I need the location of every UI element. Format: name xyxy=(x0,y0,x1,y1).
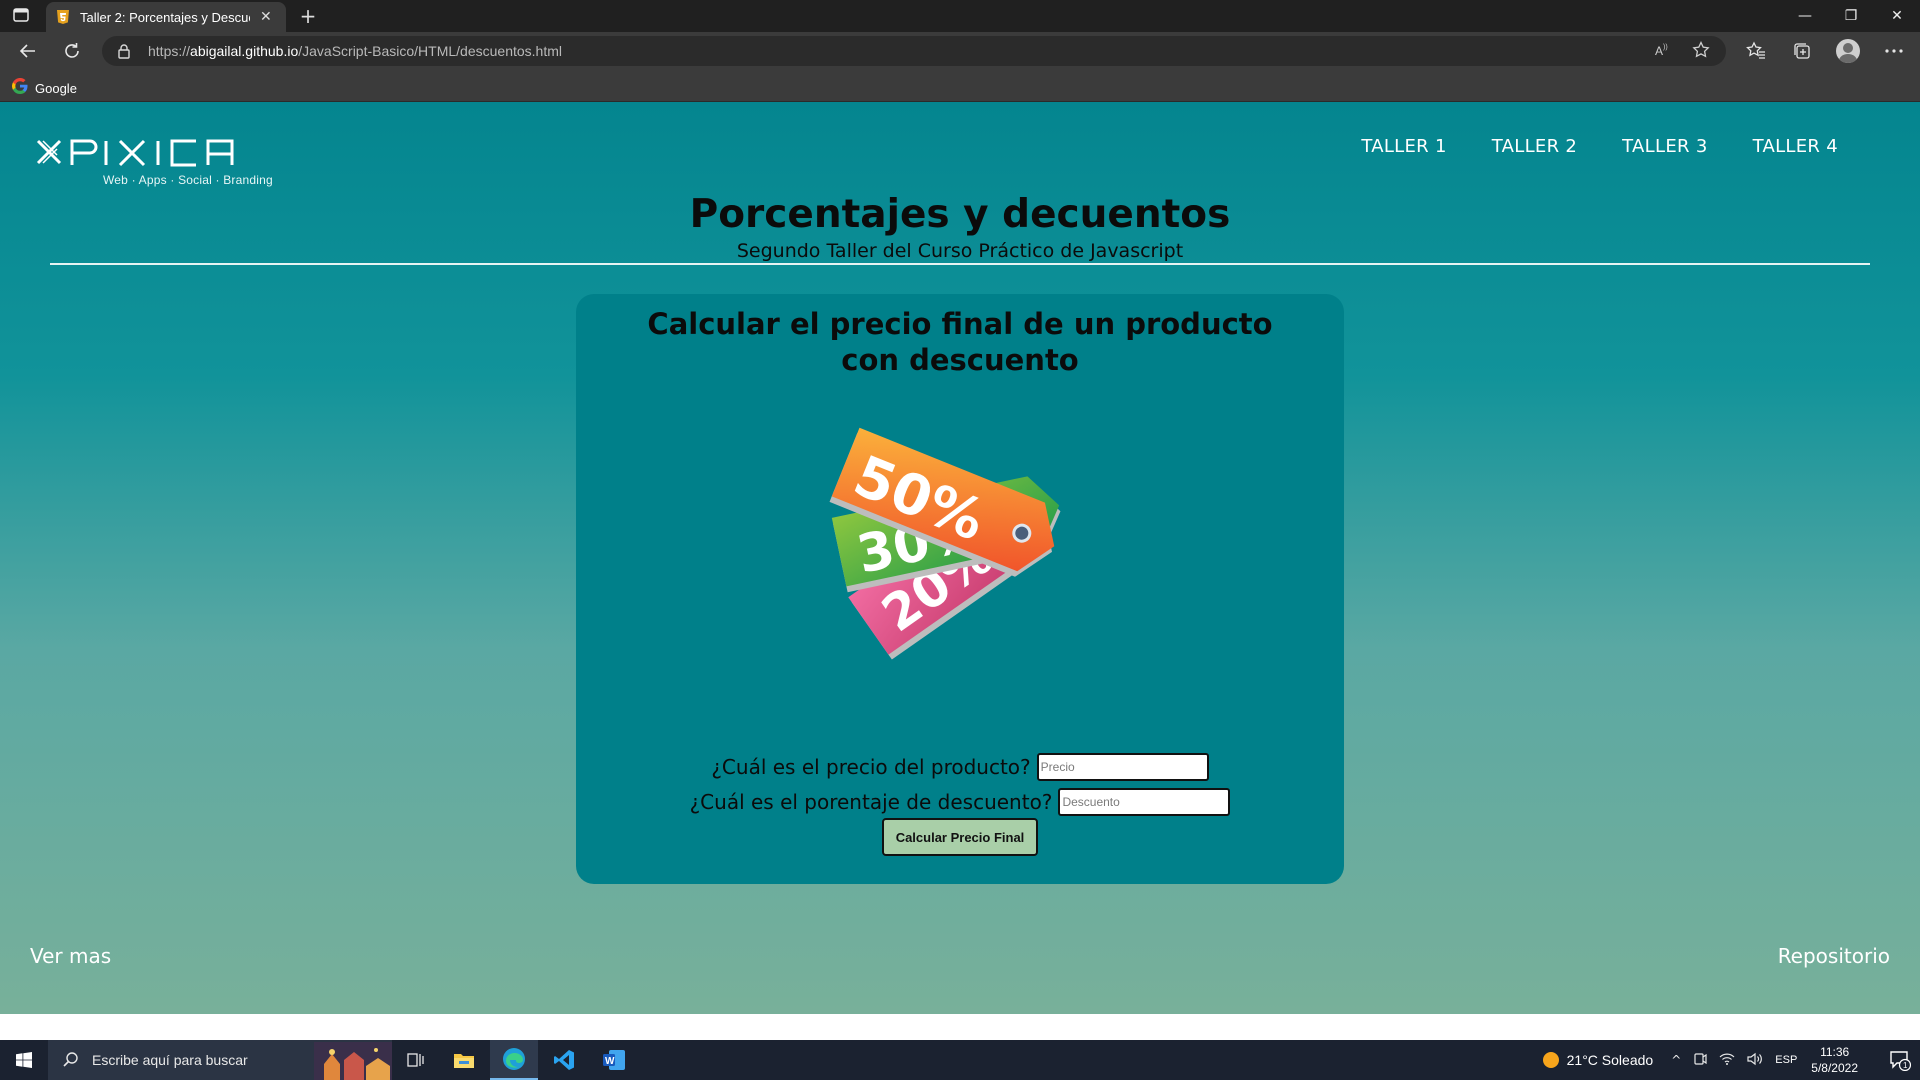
address-bar-icons: A)) xyxy=(1654,40,1710,63)
search-highlight-illustration-icon xyxy=(314,1042,392,1080)
browser-tab[interactable]: Taller 2: Porcentajes y Descuentos ✕ xyxy=(46,2,286,32)
file-explorer-icon[interactable] xyxy=(440,1040,488,1080)
discount-label: ¿Cuál es el porentaje de descuento? xyxy=(689,790,1053,814)
notification-center-icon[interactable]: 1 xyxy=(1880,1040,1920,1080)
windows-taskbar: Escribe aquí para buscar W 21°C Soleado … xyxy=(0,1040,1920,1080)
discount-row: ¿Cuál es el porentaje de descuento? xyxy=(576,788,1344,816)
title-divider xyxy=(50,263,1870,265)
page-title: Porcentajes y decuentos xyxy=(689,192,1231,237)
bookmark-label: Google xyxy=(35,80,77,96)
page-subtitle: Segundo Taller del Curso Práctico de Jav… xyxy=(736,240,1184,262)
google-icon xyxy=(12,77,28,98)
discount-tags-image: 20% 30% 50% xyxy=(829,427,1061,660)
lock-icon[interactable] xyxy=(116,43,132,59)
browser-toolbar: https://abigailal.github.io/JavaScript-B… xyxy=(0,32,1920,70)
search-icon xyxy=(62,1051,80,1069)
nav-taller-1[interactable]: TALLER 1 xyxy=(1361,136,1446,157)
toolbar-right xyxy=(1744,39,1906,63)
new-tab-button[interactable]: + xyxy=(296,4,320,28)
page-bottom-strip xyxy=(0,1014,1920,1040)
price-row: ¿Cuál es el precio del producto? xyxy=(576,753,1344,781)
system-tray: 21°C Soleado ^ ESP 11:36 5/8/2022 1 xyxy=(1542,1040,1920,1080)
task-view-icon[interactable] xyxy=(392,1040,440,1080)
pixica-wordmark-icon xyxy=(36,139,234,167)
nav-taller-2[interactable]: TALLER 2 xyxy=(1492,136,1577,157)
vscode-icon[interactable] xyxy=(540,1040,588,1080)
taskbar-search[interactable]: Escribe aquí para buscar xyxy=(48,1040,392,1080)
pixica-logo[interactable]: Web · Apps · Social · Branding xyxy=(36,137,276,197)
tab-close-icon[interactable]: ✕ xyxy=(260,9,272,25)
address-bar[interactable]: https://abigailal.github.io/JavaScript-B… xyxy=(102,36,1726,66)
browser-titlebar: Taller 2: Porcentajes y Descuentos ✕ + —… xyxy=(0,0,1920,32)
search-placeholder: Escribe aquí para buscar xyxy=(92,1052,248,1068)
url-host: abigailal.github.io xyxy=(190,43,299,59)
favorites-icon[interactable] xyxy=(1744,39,1768,63)
top-navigation: TALLER 1 TALLER 2 TALLER 3 TALLER 4 xyxy=(1361,136,1838,157)
logo-tagline: Web · Apps · Social · Branding xyxy=(103,173,273,187)
repositorio-link[interactable]: Repositorio xyxy=(1778,944,1890,968)
calculator-card: Calcular el precio final de un producto … xyxy=(576,294,1344,884)
meet-now-icon[interactable] xyxy=(1693,1052,1707,1069)
bookmarks-bar: Google xyxy=(0,70,1920,102)
restore-button[interactable]: ❐ xyxy=(1828,0,1874,32)
window-controls: — ❐ ✕ xyxy=(1782,0,1920,32)
card-title: Calcular el precio final de un producto … xyxy=(647,307,1273,377)
word-icon[interactable]: W xyxy=(590,1040,638,1080)
back-arrow-icon[interactable] xyxy=(14,38,42,64)
price-input[interactable] xyxy=(1036,753,1209,781)
tab-actions-icon[interactable] xyxy=(12,7,32,25)
nav-taller-4[interactable]: TALLER 4 xyxy=(1753,136,1838,157)
close-window-button[interactable]: ✕ xyxy=(1874,0,1920,32)
wifi-icon[interactable] xyxy=(1719,1052,1735,1069)
chevron-up-icon[interactable]: ^ xyxy=(1671,1053,1681,1067)
html5-favicon-icon xyxy=(56,9,70,25)
profile-avatar[interactable] xyxy=(1836,39,1860,63)
minimize-button[interactable]: — xyxy=(1782,0,1828,32)
windows-start-icon[interactable] xyxy=(0,1040,48,1080)
nav-taller-3[interactable]: TALLER 3 xyxy=(1622,136,1707,157)
add-favorite-icon[interactable] xyxy=(1692,40,1710,63)
bookmark-google[interactable]: Google xyxy=(12,77,77,98)
ver-mas-link[interactable]: Ver mas xyxy=(30,944,111,968)
language-indicator[interactable]: ESP xyxy=(1775,1054,1797,1066)
calculate-final-price-button[interactable]: Calcular Precio Final xyxy=(882,818,1038,856)
reload-icon[interactable] xyxy=(58,38,86,64)
clock-date: 5/8/2022 xyxy=(1811,1061,1858,1075)
svg-text:W: W xyxy=(605,1056,615,1067)
clock-time: 11:36 xyxy=(1820,1045,1850,1059)
discount-input[interactable] xyxy=(1058,788,1231,816)
volume-icon[interactable] xyxy=(1747,1052,1763,1069)
weather-widget[interactable]: 21°C Soleado xyxy=(1542,1052,1654,1068)
more-menu-icon[interactable] xyxy=(1882,39,1906,63)
collections-icon[interactable] xyxy=(1790,39,1814,63)
tab-title: Taller 2: Porcentajes y Descuentos xyxy=(80,9,250,25)
weather-text: 21°C Soleado xyxy=(1566,1052,1654,1068)
url-text[interactable]: https://abigailal.github.io/JavaScript-B… xyxy=(148,43,562,59)
price-label: ¿Cuál es el precio del producto? xyxy=(711,755,1031,779)
svg-text:)): )) xyxy=(1663,44,1668,51)
clock[interactable]: 11:36 5/8/2022 xyxy=(1811,1044,1858,1076)
svg-text:A: A xyxy=(1655,44,1663,58)
edge-browser-icon[interactable] xyxy=(490,1040,538,1080)
notification-count: 1 xyxy=(1903,1061,1908,1070)
web-page: Web · Apps · Social · Branding TALLER 1 … xyxy=(0,102,1920,1014)
sun-icon xyxy=(1542,1052,1559,1068)
read-aloud-icon[interactable]: A)) xyxy=(1654,41,1672,63)
